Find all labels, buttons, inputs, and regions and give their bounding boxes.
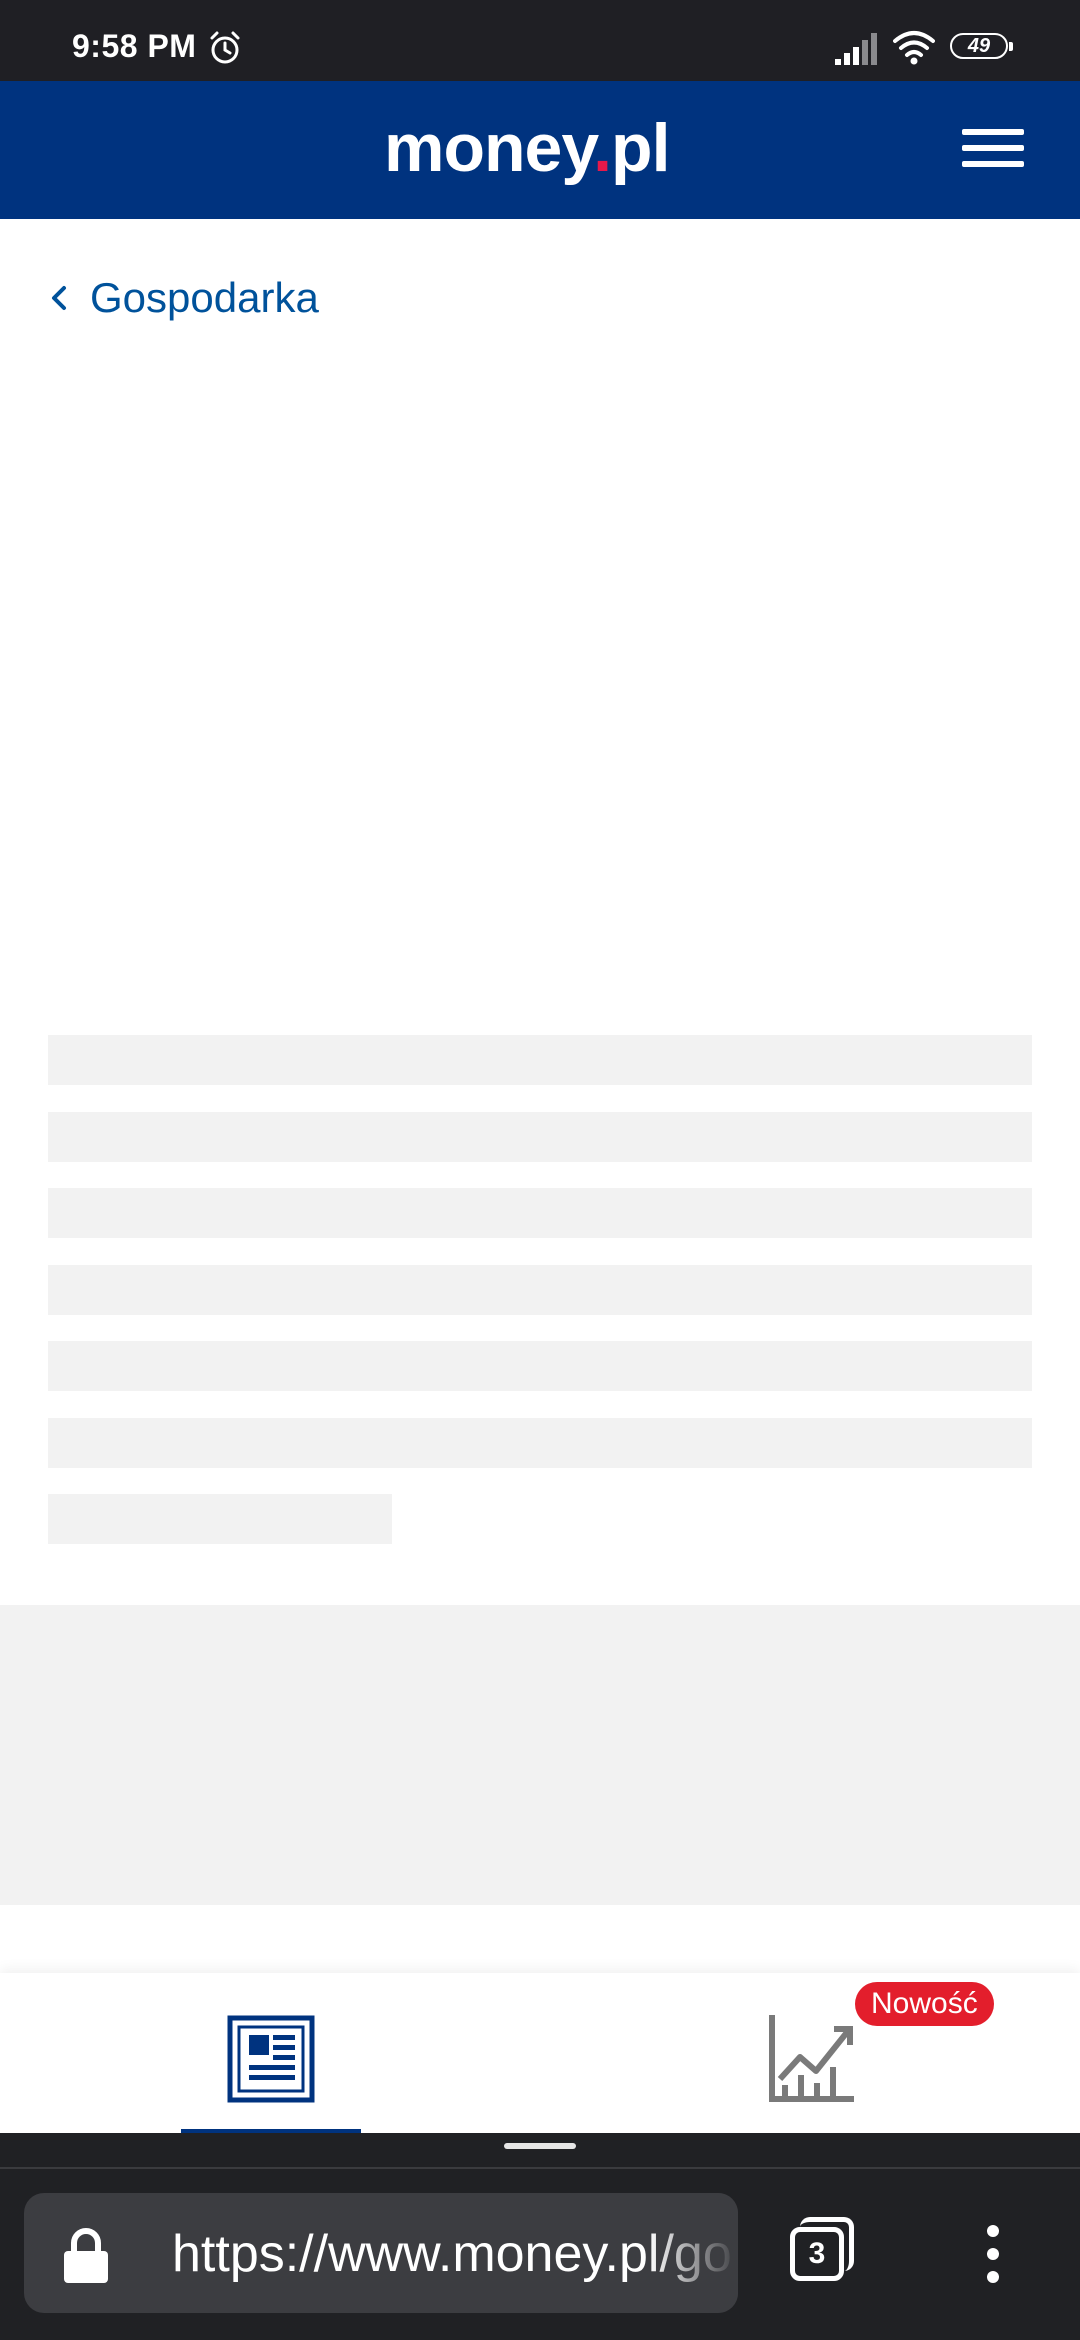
skeleton-line <box>48 1265 1032 1315</box>
divider <box>0 2167 1080 2169</box>
browser-toolbar: https://www.money.pl/gospodarka 3 <box>0 2133 1080 2340</box>
chevron-left-icon <box>52 286 66 310</box>
alarm-icon <box>210 31 240 64</box>
ad-placeholder <box>0 1605 1080 1905</box>
skeleton-line <box>48 1035 1032 1085</box>
logo-tld: pl <box>611 110 670 186</box>
site-header: money.pl <box>0 81 1080 219</box>
new-badge: Nowość <box>855 1982 994 2026</box>
status-time: 9:58 PM <box>72 28 197 64</box>
logo-main: money <box>384 110 594 186</box>
tab-news[interactable] <box>181 1973 361 2133</box>
battery-icon: 49 <box>950 33 1014 61</box>
signal-icon <box>835 33 877 65</box>
wifi-icon <box>893 31 935 65</box>
skeleton-line <box>48 1418 1032 1468</box>
status-bar: 9:58 PM 49 <box>0 0 1080 81</box>
url-bar[interactable]: https://www.money.pl/gospodarka <box>24 2193 738 2313</box>
skeleton-line <box>48 1188 1032 1238</box>
money-pl-logo[interactable]: money.pl <box>384 103 670 193</box>
hamburger-menu-icon[interactable] <box>962 125 1024 173</box>
more-vertical-icon[interactable] <box>978 2225 1008 2285</box>
battery-level: 49 <box>950 33 1008 59</box>
breadcrumb[interactable]: Gospodarka <box>48 268 319 328</box>
sheet-handle[interactable] <box>504 2143 576 2149</box>
newspaper-icon <box>227 2015 315 2103</box>
tab-switcher-icon[interactable]: 3 <box>790 2217 854 2285</box>
chart-growth-icon <box>769 2015 854 2102</box>
breadcrumb-label: Gospodarka <box>90 274 319 321</box>
skeleton-line <box>48 1494 392 1544</box>
skeleton-line <box>48 1341 1032 1391</box>
logo-dot: . <box>593 110 612 186</box>
tab-count: 3 <box>790 2227 844 2281</box>
skeleton-line <box>48 1112 1032 1162</box>
lock-icon[interactable] <box>62 2227 110 2283</box>
